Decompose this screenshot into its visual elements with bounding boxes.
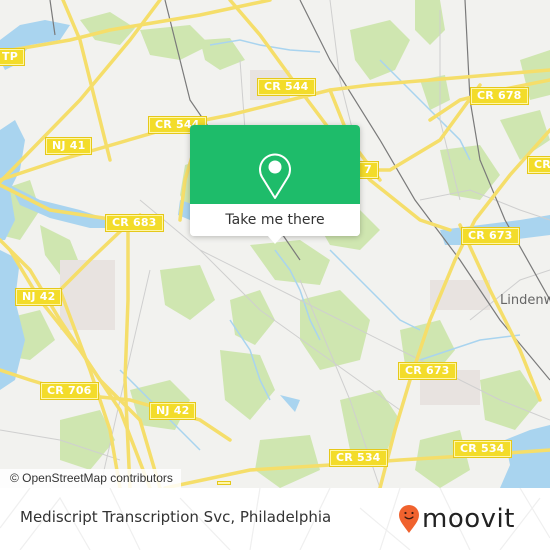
moovit-pin-icon <box>399 505 419 533</box>
road-shield-nj42: NJ 42 <box>148 402 197 420</box>
map-base-layer <box>0 0 550 488</box>
road-shield-cr544: CR 544 <box>257 78 316 96</box>
place-label-lindenwold: Lindenw <box>500 293 550 308</box>
road-shield-nj42: NJ 42 <box>14 288 63 306</box>
popup-header <box>190 125 360 204</box>
road-shield-tp: TP <box>0 48 25 66</box>
location-popup: Take me there <box>190 125 360 244</box>
road-shield-partial <box>217 481 231 485</box>
popup-pointer <box>267 235 283 244</box>
footer-bar: Mediscript Transcription Svc, Philadelph… <box>0 488 550 550</box>
location-title: Mediscript Transcription Svc, Philadelph… <box>20 508 332 526</box>
road-shield-cr673: CR 673 <box>398 362 457 380</box>
moovit-logo[interactable]: moovit <box>398 502 515 536</box>
moovit-wordmark: moovit <box>422 504 515 534</box>
map-view[interactable]: TP CR 544 CR 544 CR 678 NJ 41 7 CR 683 C… <box>0 0 550 488</box>
road-shield-nj41: NJ 41 <box>44 137 93 155</box>
road-shield-cr: CR <box>527 156 550 174</box>
map-attribution[interactable]: © OpenStreetMap contributors <box>0 469 181 488</box>
road-shield-cr577: 7 <box>357 161 379 179</box>
road-shield-cr678: CR 678 <box>470 87 529 105</box>
road-shield-cr534: CR 534 <box>329 449 388 467</box>
road-shield-cr534: CR 534 <box>453 440 512 458</box>
road-shield-cr706: CR 706 <box>40 382 99 400</box>
road-shield-cr683: CR 683 <box>105 214 164 232</box>
road-shield-cr673: CR 673 <box>461 227 520 245</box>
location-pin-icon <box>259 153 291 199</box>
take-me-there-button[interactable]: Take me there <box>190 204 360 236</box>
